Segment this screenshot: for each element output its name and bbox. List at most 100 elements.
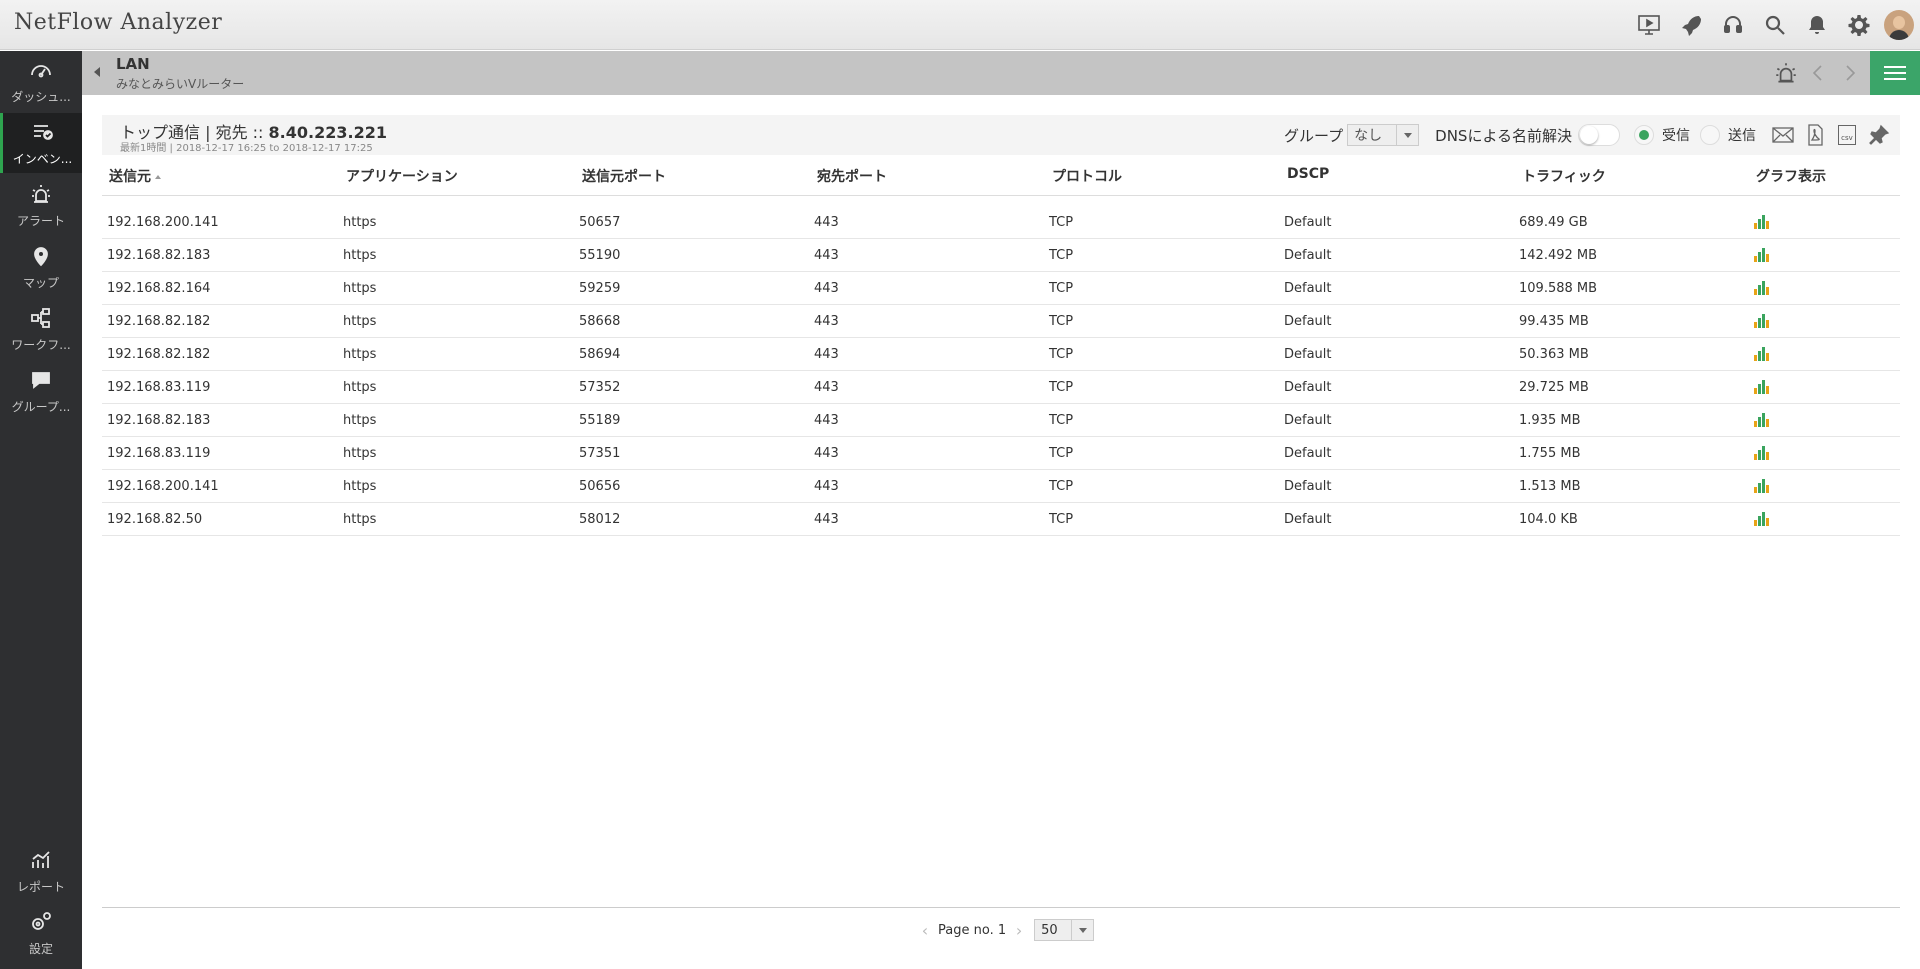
pin-icon[interactable] — [1864, 120, 1894, 150]
per-page-select[interactable]: 50 — [1034, 919, 1095, 941]
sidebar-item-label: アラート — [16, 213, 65, 228]
device-header: LAN みなとみらいVルーター — [82, 51, 1920, 95]
cell-dscp: Default — [1284, 248, 1332, 263]
bar-chart-icon[interactable] — [1754, 312, 1770, 328]
table-row: 192.168.200.141 https 50657 443 TCP Default 68… — [102, 206, 1900, 239]
table-row: 192.168.82.182 https 58668 443 TCP Default 99.… — [102, 305, 1900, 338]
bar-chart-icon[interactable] — [1754, 378, 1770, 394]
dashboard-icon — [31, 64, 51, 77]
cell-application: https — [343, 479, 377, 494]
device-name: LAN — [116, 55, 150, 73]
bar-chart-icon[interactable] — [1754, 279, 1770, 295]
column-destination-port[interactable]: 宛先ポート — [817, 166, 887, 186]
cell-dscp: Default — [1284, 215, 1332, 230]
bell-icon[interactable] — [1796, 0, 1838, 50]
cell-application: https — [343, 215, 377, 230]
sidebar-item-alarms[interactable]: アラート — [0, 175, 82, 235]
chat-icon — [32, 371, 50, 389]
cell-traffic: 29.725 MB — [1519, 380, 1589, 395]
cell-destination-port: 443 — [814, 413, 839, 428]
cell-protocol: TCP — [1049, 281, 1074, 296]
sidebar-item-inventory[interactable]: インベン... — [0, 113, 82, 173]
per-page-value: 50 — [1041, 922, 1058, 938]
prev-page-icon[interactable]: ‹ — [918, 921, 932, 940]
sidebar-item-settings[interactable]: 設定 — [0, 903, 82, 963]
cell-protocol: TCP — [1049, 314, 1074, 329]
user-avatar[interactable] — [1884, 10, 1914, 40]
bar-chart-icon[interactable] — [1754, 345, 1770, 361]
sidebar-item-reports[interactable]: レポート — [0, 841, 82, 901]
sidebar-item-map[interactable]: マップ — [0, 237, 82, 297]
cell-source: 192.168.82.183 — [107, 248, 211, 263]
bar-chart-icon[interactable] — [1754, 444, 1770, 460]
csv-icon[interactable]: csv — [1832, 120, 1862, 150]
column-dscp[interactable]: DSCP — [1287, 166, 1329, 182]
group-select[interactable]: なし — [1347, 124, 1420, 146]
cell-protocol: TCP — [1049, 215, 1074, 230]
settings-icon — [32, 911, 51, 930]
cell-source: 192.168.82.183 — [107, 413, 211, 428]
headset-icon[interactable] — [1712, 0, 1754, 50]
dns-toggle[interactable] — [1578, 124, 1620, 146]
cell-traffic: 1.935 MB — [1519, 413, 1581, 428]
sidebar-item-label: レポート — [16, 879, 65, 894]
cell-traffic: 50.363 MB — [1519, 347, 1589, 362]
receive-radio[interactable] — [1634, 125, 1654, 145]
dns-label: DNSによる名前解決 — [1435, 126, 1572, 145]
cell-application: https — [343, 314, 377, 329]
bar-chart-icon[interactable] — [1754, 246, 1770, 262]
panel-controls: グループ なし DNSによる名前解決 受信 送信 csv — [1284, 115, 1894, 155]
collapse-caret-icon[interactable] — [94, 67, 100, 77]
pagination: ‹ Page no. 1 › 50 — [918, 918, 1095, 942]
panel-header: トップ通信 | 宛先 :: 8.40.223.221 最新1時間 | 2018-… — [102, 115, 1900, 155]
report-icon — [32, 850, 50, 868]
top-icons — [1628, 0, 1920, 50]
cell-destination-port: 443 — [814, 215, 839, 230]
column-application[interactable]: アプリケーション — [346, 166, 458, 186]
cell-traffic: 142.492 MB — [1519, 248, 1598, 263]
device-header-actions — [1770, 51, 1920, 95]
bar-chart-icon[interactable] — [1754, 510, 1770, 526]
cell-traffic: 1.513 MB — [1519, 479, 1581, 494]
cell-source-port: 55189 — [579, 413, 621, 428]
pdf-icon[interactable] — [1800, 120, 1830, 150]
map-pin-icon — [34, 246, 48, 266]
bar-chart-icon[interactable] — [1754, 213, 1770, 229]
sidebar-item-groups[interactable]: グループ... — [0, 361, 82, 421]
presentation-icon[interactable] — [1628, 0, 1670, 50]
column-graph: グラフ表示 — [1756, 169, 1826, 185]
cell-protocol: TCP — [1049, 347, 1074, 362]
bar-chart-icon[interactable] — [1754, 411, 1770, 427]
gear-icon[interactable] — [1838, 0, 1880, 50]
sidebar-item-dashboard[interactable]: ダッシュ... — [0, 51, 82, 111]
column-source-port[interactable]: 送信元ポート — [582, 166, 666, 186]
hamburger-menu-button[interactable] — [1870, 51, 1920, 95]
cell-destination-port: 443 — [814, 479, 839, 494]
cell-destination-port: 443 — [814, 347, 839, 362]
sidebar-item-workflow[interactable]: ワークフ... — [0, 299, 82, 359]
rocket-icon[interactable] — [1670, 0, 1712, 50]
column-traffic[interactable]: トラフィック — [1522, 166, 1606, 186]
search-icon[interactable] — [1754, 0, 1796, 50]
previous-arrow-icon[interactable] — [1802, 51, 1834, 95]
next-arrow-icon[interactable] — [1834, 51, 1866, 95]
column-protocol[interactable]: プロトコル — [1052, 166, 1122, 186]
email-icon[interactable] — [1768, 120, 1798, 150]
cell-protocol: TCP — [1049, 380, 1074, 395]
sidebar-item-label: 設定 — [28, 941, 53, 956]
cell-source: 192.168.82.164 — [107, 281, 211, 296]
cell-application: https — [343, 446, 377, 461]
cell-dscp: Default — [1284, 512, 1332, 527]
next-page-icon[interactable]: › — [1012, 921, 1026, 940]
cell-source-port: 57352 — [579, 380, 621, 395]
send-radio[interactable] — [1700, 125, 1720, 145]
chevron-down-icon — [1396, 125, 1418, 145]
table-row: 192.168.200.141 https 50656 443 TCP Default 1.… — [102, 470, 1900, 503]
traffic-table: 送信元 アプリケーション 送信元ポート 宛先ポート プロトコル DSCP トラフ… — [102, 156, 1900, 536]
column-source[interactable]: 送信元 — [109, 166, 161, 186]
bar-chart-icon[interactable] — [1754, 477, 1770, 493]
cell-destination-port: 443 — [814, 248, 839, 263]
cell-source: 192.168.200.141 — [107, 479, 219, 494]
cell-protocol: TCP — [1049, 248, 1074, 263]
alarm-bell-icon[interactable] — [1770, 51, 1802, 95]
